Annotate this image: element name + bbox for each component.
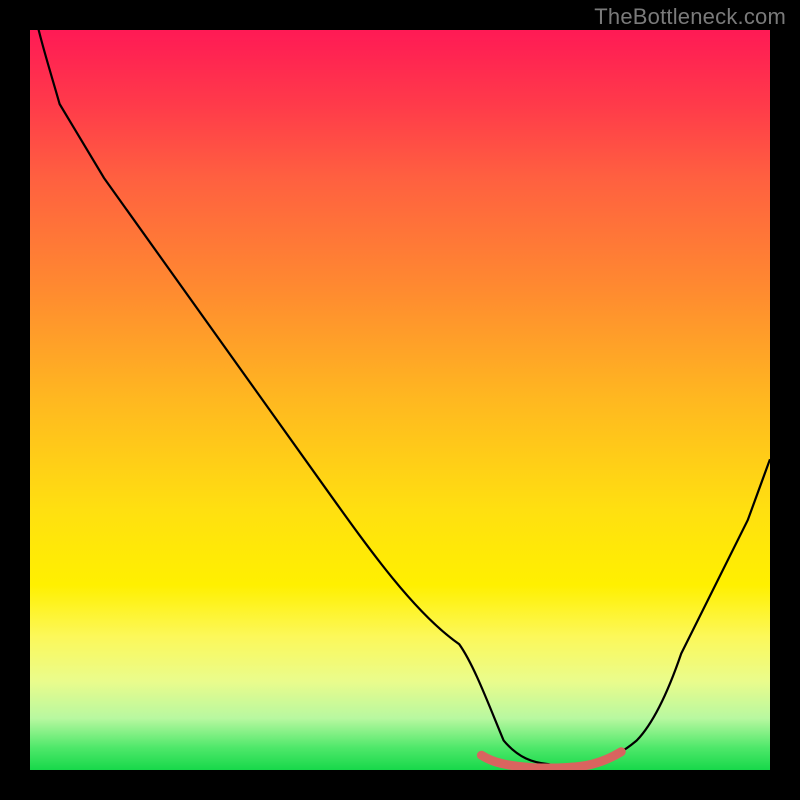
chart-frame: TheBottleneck.com <box>0 0 800 800</box>
bottleneck-curve <box>30 30 770 767</box>
optimal-range-highlight <box>481 752 621 768</box>
plot-area <box>30 30 770 770</box>
watermark-text: TheBottleneck.com <box>594 4 786 30</box>
curve-layer <box>30 30 770 770</box>
